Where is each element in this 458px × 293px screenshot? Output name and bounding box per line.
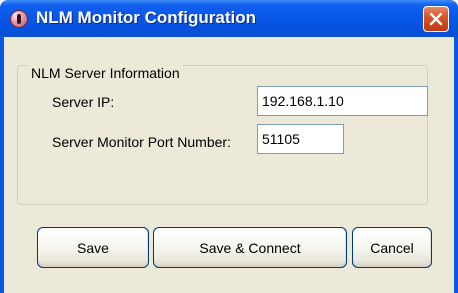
close-button[interactable]: [423, 6, 449, 32]
save-connect-button[interactable]: Save & Connect: [153, 227, 347, 268]
server-ip-input[interactable]: [257, 86, 428, 116]
port-input[interactable]: [257, 124, 344, 154]
window-title: NLM Monitor Configuration: [36, 8, 257, 27]
group-label: NLM Server Information: [28, 65, 183, 81]
app-icon: [10, 10, 28, 28]
dialog-window: NLM Monitor Configuration NLM Server Inf…: [0, 0, 458, 293]
save-button[interactable]: Save: [37, 227, 149, 268]
title-bar[interactable]: NLM Monitor Configuration: [0, 0, 458, 37]
server-ip-label: Server IP:: [52, 94, 115, 110]
cancel-button[interactable]: Cancel: [352, 227, 432, 268]
close-icon: [429, 12, 443, 26]
port-label: Server Monitor Port Number:: [52, 134, 231, 150]
dialog-content: NLM Server Information Server IP: Server…: [4, 37, 454, 293]
